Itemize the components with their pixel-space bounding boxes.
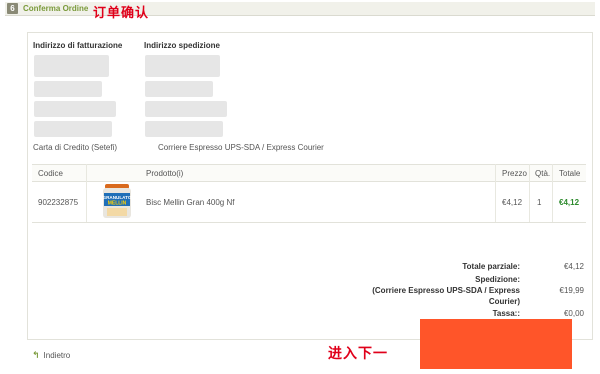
shipping-address: Indirizzo spedizione	[144, 41, 220, 50]
blurred-billing-address	[34, 101, 116, 117]
shipping-value: €19,99	[559, 286, 584, 295]
shipping-label-detail: (Corriere Espresso UPS-SDA / Express	[372, 286, 520, 295]
product-price: €4,12	[502, 198, 523, 207]
order-summary-panel: Indirizzo di fatturazione Carta di Credi…	[27, 32, 593, 340]
billing-address: Indirizzo di fatturazione	[33, 41, 122, 50]
blurred-shipping-address	[145, 81, 213, 97]
col-total: Totale	[559, 169, 581, 178]
step-number-badge: 6	[7, 3, 18, 14]
blurred-billing-address	[34, 121, 112, 137]
payment-method: Carta di Credito (Setefi)	[33, 143, 118, 152]
step-title: Conferma Ordine	[23, 4, 89, 13]
billing-heading: Indirizzo di fatturazione	[33, 41, 123, 50]
annotation-top: 订单确认	[93, 6, 150, 21]
shipping-heading: Indirizzo spedizione	[144, 41, 221, 50]
shipping-label: Spedizione:	[475, 275, 520, 284]
col-price: Prezzo	[502, 169, 527, 178]
shipping-method: Corriere Espresso UPS-SDA / Express Cour…	[158, 143, 324, 152]
blurred-shipping-address	[145, 121, 223, 137]
back-arrow-icon: ↰	[32, 350, 40, 360]
product-total: €4,12	[559, 198, 580, 207]
product-image: GRANULATO MELLIN	[103, 184, 132, 218]
blurred-shipping-address	[145, 101, 227, 117]
table-row[interactable]: 902232875 GRANULATO MELLIN Bisc Mellin G…	[32, 181, 586, 223]
next-button-cover[interactable]	[420, 319, 572, 369]
subtotal-value: €4,12	[563, 262, 584, 271]
back-label: Indietro	[43, 351, 71, 360]
svg-text:MELLIN: MELLIN	[108, 201, 127, 207]
col-product: Prodotto(i)	[146, 169, 184, 178]
product-name[interactable]: Bisc Mellin Gran 400g Nf	[146, 198, 234, 207]
blurred-shipping-address	[145, 55, 220, 77]
blurred-billing-address	[34, 55, 109, 77]
shipping-label-detail: Courier)	[488, 297, 520, 306]
back-link[interactable]: ↰ Indietro	[32, 350, 70, 361]
product-code: 902232875	[38, 198, 79, 207]
tax-label: Tassa::	[492, 309, 520, 318]
subtotal-label: Totale parziale:	[462, 262, 520, 271]
product-qty: 1	[537, 198, 542, 207]
tax-value: €0,00	[563, 309, 584, 318]
blurred-billing-address	[34, 81, 102, 97]
product-image-label: GRANULATO	[103, 195, 132, 200]
table-header: Codice Prodotto(i) Prezzo Qtà. Totale	[32, 164, 586, 182]
col-qty: Qtà.	[535, 169, 551, 178]
annotation-bottom: 进入下一	[328, 346, 388, 362]
col-code: Codice	[38, 169, 63, 178]
